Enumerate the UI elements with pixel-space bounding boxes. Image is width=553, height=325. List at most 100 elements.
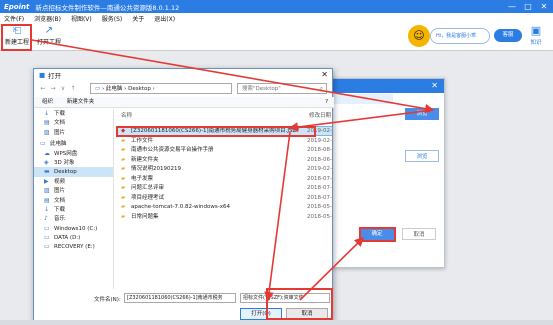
nav-item-downloads-2[interactable]: ↓ 下载 — [34, 205, 113, 214]
assistant-avatar-icon[interactable]: ☺ — [408, 25, 430, 47]
search-placeholder: 搜索"Desktop" — [242, 86, 281, 92]
file-dialog-close[interactable]: ✕ — [321, 69, 328, 81]
file-item-folder[interactable]: ▰ 南通市公共资源交易平台操作手册 2018-08- — [117, 146, 332, 154]
drive-icon: ▭ — [44, 243, 50, 251]
address-row: ← → ∨ ↑ ▭ › 此电脑 › Desktop › 搜索"Desktop" … — [34, 82, 334, 95]
recent-chevron-icon[interactable]: ∨ — [58, 85, 68, 92]
nav-item-music[interactable]: ♪ 音乐 — [34, 214, 113, 223]
file-toolbar: 组织 新建文件夹 ? — [34, 97, 334, 108]
picture-icon: ▨ — [44, 187, 50, 195]
file-dialog-title: 打开 — [48, 72, 62, 80]
file-item-folder[interactable]: ▰ 日常问题集 2018-05- — [117, 213, 332, 221]
dialog-app-icon: ■ — [39, 71, 46, 79]
folder-icon: ▰ — [121, 213, 126, 220]
close-button[interactable]: ✕ — [536, 0, 552, 13]
browse-button-1[interactable]: 浏览 — [405, 108, 439, 120]
menu-view[interactable]: 视图(V) — [71, 14, 92, 23]
open-project-button[interactable]: ↗ 打开工程 — [34, 25, 64, 50]
forward-icon[interactable]: → — [48, 85, 58, 92]
annotation-box-ok — [359, 227, 396, 242]
folder-icon: ▰ — [121, 194, 126, 201]
file-item-folder[interactable]: ▰ 项目经理考试 2018-07- — [117, 194, 332, 202]
nav-pane: ↓ 下载 ▤ 文档 ▨ 图片 ▭ 此电脑 ☁ WPS网盘 ◈ 3D 对象 ▬ Desktop … — [34, 109, 114, 289]
knowledge-label: 知识 — [530, 40, 542, 46]
nav-item-3d-objects[interactable]: ◈ 3D 对象 — [34, 158, 113, 167]
menu-file[interactable]: 文件(F) — [4, 14, 24, 23]
column-name[interactable]: 名称 — [121, 111, 132, 119]
file-item-folder[interactable]: ▰ apache-tomcat-7.0.82-windows-x64 2018-05… — [117, 203, 332, 211]
knowledge-button[interactable]: ▣ 知识 — [526, 24, 546, 48]
minimize-button[interactable]: — — [504, 0, 520, 13]
document-icon: ▤ — [44, 196, 50, 204]
help-icon[interactable]: ? — [325, 97, 328, 108]
annotation-box-filetype-open — [266, 288, 333, 320]
nav-item-wps-cloud[interactable]: ☁ WPS网盘 — [34, 149, 113, 158]
folder-icon: ▰ — [121, 156, 126, 163]
browse-button-2[interactable]: 浏览 — [405, 150, 439, 162]
nav-item-documents-2[interactable]: ▤ 文档 — [34, 196, 113, 205]
restore-button[interactable]: □ — [520, 0, 536, 13]
organize-button[interactable]: 组织 — [42, 99, 53, 105]
file-open-dialog: ■ 打开 ✕ ← → ∨ ↑ ▭ › 此电脑 › Desktop › 搜索"De… — [33, 68, 334, 322]
column-date[interactable]: 修改日期 — [309, 111, 331, 119]
new-folder-button[interactable]: 新建文件夹 — [67, 99, 95, 105]
folder-icon: ▰ — [121, 166, 126, 172]
menu-browser[interactable]: 浏览器(B) — [34, 14, 61, 23]
nav-item-drive-c[interactable]: ▭ Windows10 (C:) — [34, 224, 113, 233]
file-item-folder[interactable]: ▰ 情况说明20190219 2019-02- — [117, 165, 332, 173]
nav-item-drive-d[interactable]: ▭ DATA (D:) — [34, 233, 113, 242]
filename-input[interactable]: [Z320601181060(CS266)-1]南通市税务 — [124, 293, 236, 303]
assistant-bubble[interactable]: Hi，我是客服小乖 — [430, 28, 490, 44]
breadcrumb-pc[interactable]: 此电脑 — [106, 86, 123, 92]
video-icon: ▶ — [44, 177, 49, 185]
file-item-folder[interactable]: ▰ 新建文件夹 2018-06- — [117, 156, 332, 164]
nav-item-drive-e[interactable]: ▭ RECOVERY (E:) — [34, 242, 113, 251]
back-icon[interactable]: ← — [38, 85, 48, 92]
nav-item-desktop[interactable]: ▬ Desktop — [34, 167, 113, 177]
nav-item-pictures-2[interactable]: ▨ 图片 — [34, 186, 113, 195]
folder-icon: ▰ — [121, 175, 126, 182]
up-icon[interactable]: ↑ — [68, 85, 78, 92]
new-project-dialog-close[interactable]: ✕ — [326, 79, 444, 93]
title-bar: Epoint 新点招标文件制作软件—南通公共资源版8.0.1.12 — [0, 0, 553, 13]
menu-bar: 文件(F) 浏览器(B) 视图(V) 服务(S) 关于 退出(X) — [0, 13, 553, 23]
status-bar — [0, 320, 553, 325]
filename-label: 文件名(N): — [94, 297, 121, 303]
document-icon: ▤ — [44, 119, 50, 127]
computer-icon: ▭ — [95, 86, 101, 92]
cloud-icon: ☁ — [44, 149, 50, 157]
search-icon: ⌕ — [319, 86, 323, 92]
drive-icon: ▭ — [44, 234, 50, 242]
annotation-box-new-project — [1, 24, 32, 51]
service-button[interactable]: 客服 — [494, 29, 522, 42]
dialog-highlight-row — [333, 94, 393, 104]
annotation-box-file — [116, 126, 316, 137]
address-bar[interactable]: ▭ › 此电脑 › Desktop › — [90, 83, 232, 94]
picture-icon: ▨ — [44, 128, 50, 136]
nav-item-videos[interactable]: ▶ 视频 — [34, 177, 113, 186]
music-icon: ♪ — [44, 215, 48, 223]
nav-item-downloads[interactable]: ↓ 下载 — [34, 109, 113, 118]
menu-exit[interactable]: 退出(X) — [154, 14, 175, 23]
search-input[interactable]: 搜索"Desktop" ⌕ — [237, 83, 327, 94]
breadcrumb-desktop[interactable]: Desktop — [128, 86, 151, 92]
menu-about[interactable]: 关于 — [132, 14, 144, 23]
knowledge-icon: ▣ — [530, 24, 542, 37]
menu-service[interactable]: 服务(S) — [102, 14, 123, 23]
download-icon: ↓ — [44, 205, 50, 213]
download-icon: ↓ — [44, 110, 50, 117]
nav-item-documents[interactable]: ▤ 文档 — [34, 118, 113, 127]
open-project-icon: ↗ — [44, 25, 54, 36]
folder-icon: ▰ — [121, 147, 126, 153]
nav-item-this-pc[interactable]: ▭ 此电脑 — [34, 139, 113, 148]
file-item-folder[interactable]: ▰ 工作文件 2019-02- — [117, 137, 332, 145]
drive-icon: ▭ — [44, 224, 50, 232]
cube-icon: ◈ — [44, 158, 49, 166]
file-item-folder[interactable]: ▰ 问题汇总评审 2018-07- — [117, 184, 332, 192]
file-item-folder[interactable]: ▰ 电子发票 2018-07- — [117, 175, 332, 183]
nav-item-pictures[interactable]: ▨ 图片 — [34, 128, 113, 137]
open-project-label: 打开工程 — [36, 39, 61, 46]
desktop-icon: ▬ — [44, 168, 50, 176]
app-logo: Epoint — [4, 2, 30, 11]
cancel-button[interactable]: 取消 — [402, 228, 436, 240]
